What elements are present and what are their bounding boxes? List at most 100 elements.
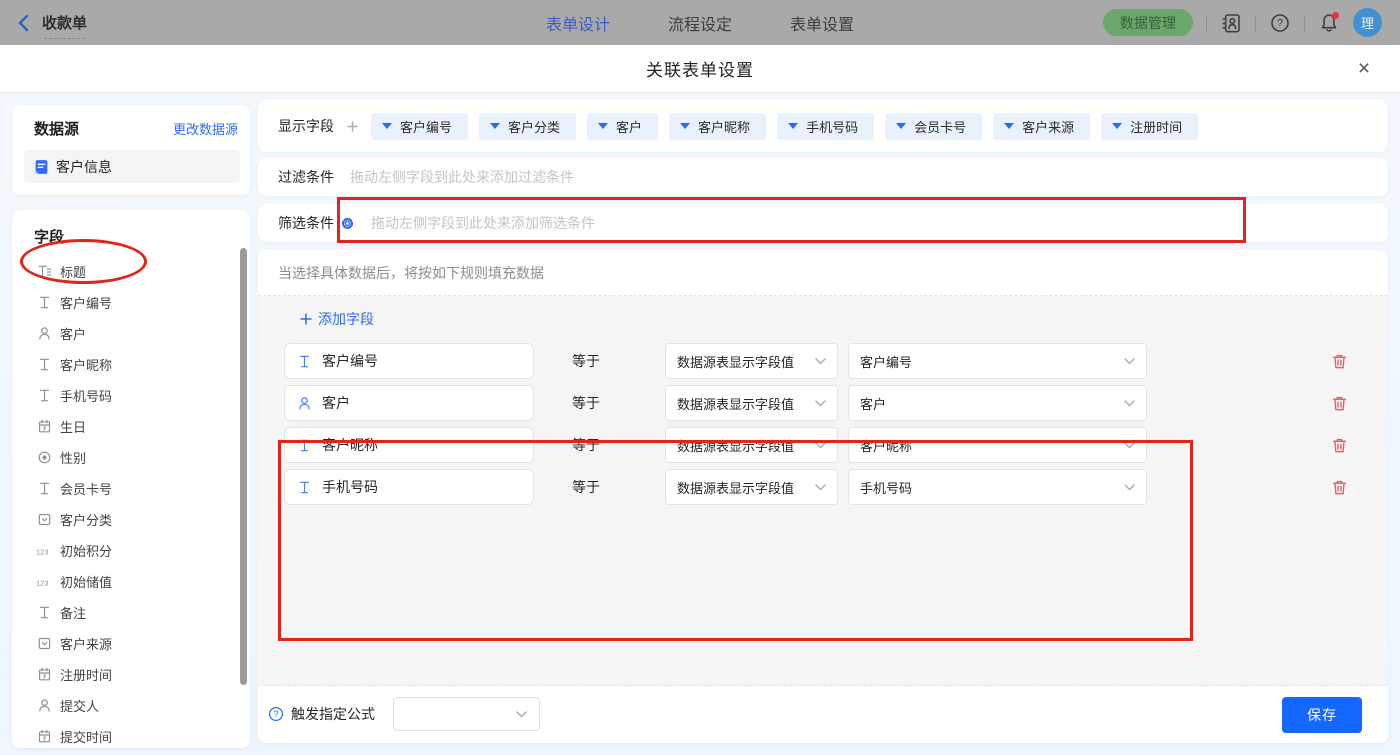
field-list-item-label: 会员卡号 xyxy=(60,479,112,498)
rule-row: 客户 等于 数据源表显示字段值 客户 xyxy=(258,385,1388,421)
chip-label: 客户编号 xyxy=(400,117,452,136)
topbar-tab[interactable]: 流程设定 xyxy=(668,11,732,35)
screen-condition-row[interactable]: 筛选条件 拖动左侧字段到此处来添加筛选条件 xyxy=(258,204,1388,242)
rule-target-field[interactable]: 客户 xyxy=(284,385,534,421)
field-list-item-label: 提交人 xyxy=(60,696,99,715)
back-nav[interactable]: 收款单 xyxy=(0,12,87,33)
add-display-field-icon[interactable] xyxy=(347,121,358,132)
rule-target-field[interactable]: 客户昵称 xyxy=(284,427,534,463)
field-list-item[interactable]: 性别 xyxy=(12,442,250,473)
field-list-item-label: 初始储值 xyxy=(60,572,112,591)
delete-rule-button[interactable] xyxy=(1330,436,1348,454)
close-icon[interactable]: × xyxy=(1354,59,1374,79)
field-list-item[interactable]: 客户分类 xyxy=(12,504,250,535)
field-list-item[interactable]: 会员卡号 xyxy=(12,473,250,504)
display-field-chips: 客户编号 客户分类 客户 客户昵称 手机号码 xyxy=(371,113,1198,140)
field-list-item[interactable]: 手机号码 xyxy=(12,380,250,411)
field-list-item[interactable]: 客户昵称 xyxy=(12,349,250,380)
chevron-down-icon xyxy=(1124,400,1135,407)
field-type-icon: 123 xyxy=(36,543,52,558)
display-field-chip[interactable]: 客户昵称 xyxy=(669,113,766,140)
field-list-item[interactable]: 客户编号 xyxy=(12,287,250,318)
delete-rule-button[interactable] xyxy=(1330,394,1348,412)
field-list-item[interactable]: 提交时间 xyxy=(12,721,250,748)
chevron-down-icon xyxy=(815,358,826,365)
field-type-icon xyxy=(36,388,52,403)
field-list-item[interactable]: 标题 xyxy=(12,256,250,287)
fields-scrollbar[interactable] xyxy=(240,248,247,685)
display-field-chip[interactable]: 客户来源 xyxy=(993,113,1090,140)
field-type-icon: 123 xyxy=(36,574,52,589)
settings-gear-icon[interactable] xyxy=(340,216,355,231)
rule-target-field[interactable]: 客户编号 xyxy=(284,343,534,379)
notification-icon[interactable] xyxy=(1318,12,1340,34)
display-field-chip[interactable]: 会员卡号 xyxy=(885,113,982,140)
save-button[interactable]: 保存 xyxy=(1282,697,1362,733)
rule-source-select[interactable]: 数据源表显示字段值 xyxy=(665,343,838,379)
field-list-item-label: 提交时间 xyxy=(60,727,112,746)
rule-value-select[interactable]: 客户编号 xyxy=(848,343,1147,379)
formula-help-icon[interactable]: ? xyxy=(268,706,284,722)
form-name[interactable]: 收款单 xyxy=(42,15,87,32)
help-icon[interactable]: ? xyxy=(1269,12,1291,34)
chevron-down-icon xyxy=(815,442,826,449)
chip-label: 会员卡号 xyxy=(914,117,966,136)
field-list-item-label: 备注 xyxy=(60,603,86,622)
display-field-chip[interactable]: 客户 xyxy=(587,113,658,140)
field-list-item[interactable]: 提交人 xyxy=(12,690,250,721)
dropdown-triangle-icon xyxy=(382,123,392,129)
field-list-item[interactable]: 注册时间 xyxy=(12,659,250,690)
rule-source-select[interactable]: 数据源表显示字段值 xyxy=(665,469,838,505)
field-list-item-label: 注册时间 xyxy=(60,665,112,684)
add-field-button[interactable]: 添加字段 xyxy=(300,309,374,329)
field-type-icon xyxy=(36,667,52,682)
field-type-icon xyxy=(297,396,312,411)
data-manage-button[interactable]: 数据管理 xyxy=(1103,9,1193,36)
field-type-icon xyxy=(36,326,52,341)
rule-value-select[interactable]: 客户 xyxy=(848,385,1147,421)
display-field-chip[interactable]: 手机号码 xyxy=(777,113,874,140)
field-list-item[interactable]: 客户来源 xyxy=(12,628,250,659)
chevron-down-icon xyxy=(815,400,826,407)
filter-dropzone-placeholder: 拖动左侧字段到此处来添加过滤条件 xyxy=(350,167,574,187)
avatar[interactable]: 理 xyxy=(1353,8,1382,37)
field-type-icon xyxy=(36,357,52,372)
field-list-item[interactable]: 备注 xyxy=(12,597,250,628)
field-list-item[interactable]: 123 初始积分 xyxy=(12,535,250,566)
display-field-chip[interactable]: 客户分类 xyxy=(479,113,576,140)
back-icon[interactable] xyxy=(16,14,34,32)
delete-rule-button[interactable] xyxy=(1330,352,1348,370)
rule-operator: 等于 xyxy=(572,351,665,371)
fields-card: 字段 标题 客户编号 客户 客户 xyxy=(12,210,250,748)
rules-footer: ? 触发指定公式 保存 xyxy=(258,686,1388,742)
display-field-chip[interactable]: 客户编号 xyxy=(371,113,468,140)
field-type-icon xyxy=(36,698,52,713)
topbar-tab[interactable]: 表单设置 xyxy=(790,11,854,35)
datasource-item[interactable]: 客户信息 xyxy=(24,150,240,183)
rule-value-select[interactable]: 手机号码 xyxy=(848,469,1147,505)
rule-target-field[interactable]: 手机号码 xyxy=(284,469,534,505)
address-book-icon[interactable] xyxy=(1220,12,1242,34)
topbar-tab[interactable]: 表单设计 xyxy=(546,11,610,35)
chip-label: 客户分类 xyxy=(508,117,560,136)
fields-list: 标题 客户编号 客户 客户昵称 手机号码 xyxy=(12,256,250,748)
display-field-chip[interactable]: 注册时间 xyxy=(1101,113,1198,140)
trigger-formula-select[interactable] xyxy=(393,697,540,731)
change-datasource-link[interactable]: 更改数据源 xyxy=(173,119,238,138)
modal-title: 关联表单设置 xyxy=(646,56,754,81)
field-list-item[interactable]: 生日 xyxy=(12,411,250,442)
rule-source-select[interactable]: 数据源表显示字段值 xyxy=(665,385,838,421)
screen-dropzone-placeholder: 拖动左侧字段到此处来添加筛选条件 xyxy=(371,213,595,233)
rule-value-select[interactable]: 客户昵称 xyxy=(848,427,1147,463)
chip-label: 客户昵称 xyxy=(698,117,750,136)
field-list-item[interactable]: 123 初始储值 xyxy=(12,566,250,597)
chevron-down-icon xyxy=(1124,484,1135,491)
field-list-item-label: 客户昵称 xyxy=(60,355,112,374)
field-list-item[interactable]: 客户 xyxy=(12,318,250,349)
delete-rule-button[interactable] xyxy=(1330,478,1348,496)
rule-source-select[interactable]: 数据源表显示字段值 xyxy=(665,427,838,463)
field-type-icon xyxy=(36,450,52,465)
filter-condition-row[interactable]: 过滤条件 拖动左侧字段到此处来添加过滤条件 xyxy=(258,158,1388,196)
dropdown-triangle-icon xyxy=(680,123,690,129)
datasource-title: 数据源 xyxy=(34,118,79,139)
